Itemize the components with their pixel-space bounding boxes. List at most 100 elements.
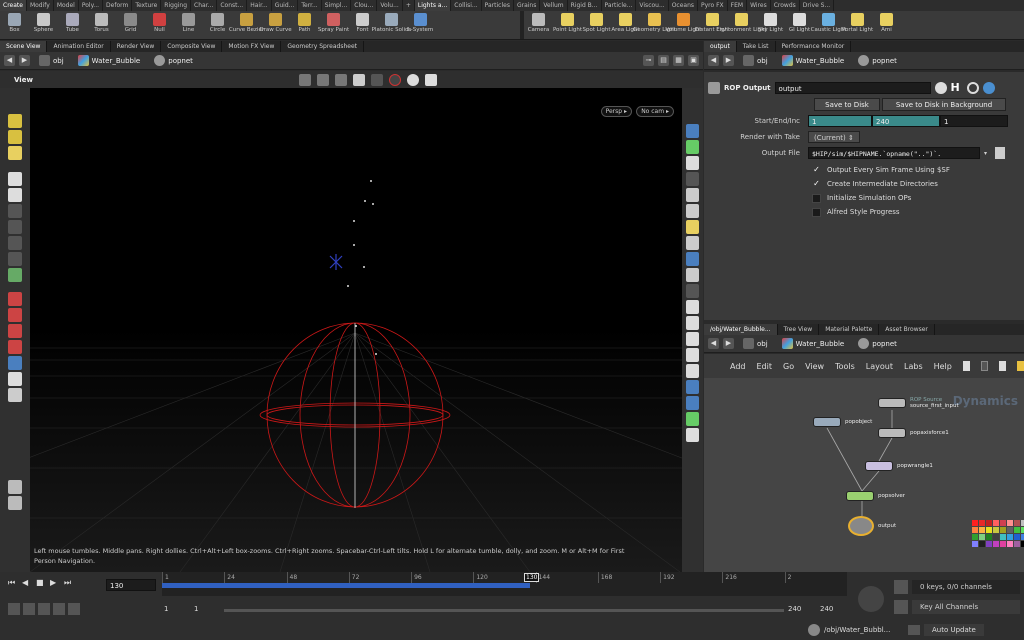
tool-c-icon[interactable] <box>8 236 22 250</box>
render-region-icon[interactable] <box>8 480 22 494</box>
pivot-icon[interactable] <box>8 356 22 370</box>
file-browse-icon[interactable] <box>995 147 1006 159</box>
net-path-network[interactable]: popnet <box>853 338 902 349</box>
path-network[interactable]: popnet <box>149 55 198 66</box>
snap-grid-icon[interactable] <box>8 292 22 306</box>
bone-icon[interactable] <box>686 236 699 250</box>
shelf-tab[interactable]: Rigid B... <box>568 0 602 11</box>
color-swatch[interactable] <box>972 541 978 547</box>
save-background-button[interactable]: Save to Disk in Background <box>882 98 1006 111</box>
persp-menu[interactable]: Persp ▸ <box>600 106 632 117</box>
snap-prim-icon[interactable] <box>8 308 22 322</box>
shelf-tab[interactable]: Drive S... <box>800 0 835 11</box>
dropdown-icon[interactable]: ▾ <box>984 150 987 157</box>
param-forward-icon[interactable]: ▶ <box>723 55 734 66</box>
shelf-tool[interactable]: Path <box>290 11 319 40</box>
path-object[interactable]: Water_Bubble <box>73 55 146 66</box>
color-swatch[interactable] <box>986 534 992 540</box>
loop-icon[interactable] <box>23 603 35 615</box>
frame-marker[interactable]: 130 <box>524 573 540 582</box>
bulb-icon[interactable] <box>686 220 699 234</box>
key-all-button[interactable]: Key All Channels <box>912 600 1020 614</box>
shelf-tab[interactable]: Clou... <box>351 0 378 11</box>
chat-icon[interactable] <box>808 624 820 636</box>
lighting-icon[interactable] <box>8 388 22 402</box>
tool-b-icon[interactable] <box>8 220 22 234</box>
select-brush-icon[interactable] <box>8 130 22 144</box>
tool-d-icon[interactable] <box>8 252 22 266</box>
shelf-tool[interactable]: Null <box>145 11 174 40</box>
lock-icon[interactable] <box>8 188 22 202</box>
net-path-object[interactable]: Water_Bubble <box>777 338 850 349</box>
param-path-network[interactable]: popnet <box>853 55 902 66</box>
shelf-tab[interactable]: Create <box>0 0 27 11</box>
pane-tab[interactable]: Take List <box>737 41 776 52</box>
audio-icon[interactable] <box>8 603 20 615</box>
shelf-tab[interactable]: Crowds <box>771 0 800 11</box>
shelf-tool[interactable]: Platonic Solids <box>372 11 411 40</box>
color-swatch[interactable] <box>979 520 985 526</box>
normals-icon[interactable] <box>686 284 699 298</box>
shelf-tool[interactable]: Curve Bezier <box>229 11 264 40</box>
checkbox[interactable]: ✓ <box>812 165 821 175</box>
take-menu[interactable]: (Current) ⇕ <box>808 131 860 143</box>
maximize-icon[interactable]: ▣ <box>688 55 699 66</box>
color-swatch[interactable] <box>979 541 985 547</box>
shelf-tab[interactable]: Viscou... <box>636 0 669 11</box>
shelf-tool[interactable]: Geometry Light <box>633 11 676 40</box>
pane-tab[interactable]: Asset Browser <box>879 324 935 335</box>
shelf-tool[interactable]: Grid <box>116 11 145 40</box>
color-swatch[interactable] <box>1000 520 1006 526</box>
shelf-tab[interactable]: Simpl... <box>322 0 352 11</box>
range-slider[interactable] <box>224 609 784 612</box>
color-swatch[interactable] <box>979 527 985 533</box>
color-swatch[interactable] <box>993 520 999 526</box>
tool-a-icon[interactable] <box>8 204 22 218</box>
shelf-tab[interactable]: Rigging <box>161 0 192 11</box>
path-obj[interactable]: obj <box>34 55 69 66</box>
viewport[interactable]: Persp ▸ No cam ▸ Left mouse tumbles. Mid… <box>30 88 682 572</box>
wrench-icon[interactable] <box>962 361 970 371</box>
pane-tab[interactable]: Performance Monitor <box>776 41 852 52</box>
shelf-tab[interactable]: Lights a... <box>414 0 452 11</box>
info-icon[interactable] <box>982 82 995 94</box>
color-swatch[interactable] <box>1007 527 1013 533</box>
gear-icon[interactable] <box>934 82 947 94</box>
go-start-icon[interactable]: ⏮ <box>8 578 20 590</box>
ghost-icon[interactable] <box>686 140 699 154</box>
point-display-icon[interactable] <box>686 300 699 314</box>
pane-tab[interactable]: /obj/Water_Bubble... <box>704 324 778 335</box>
color-swatch[interactable] <box>1014 520 1020 526</box>
options-icon[interactable] <box>68 603 80 615</box>
color-swatch[interactable] <box>1007 534 1013 540</box>
net-back-icon[interactable]: ◀ <box>708 338 719 349</box>
color-swatch[interactable] <box>1007 520 1013 526</box>
axis-icon[interactable] <box>8 372 22 386</box>
node-popwrangle[interactable]: popwrangle1 <box>865 461 933 471</box>
shelf-tool[interactable]: Portal Light <box>842 11 873 40</box>
pane-tab[interactable]: Animation Editor <box>47 41 111 52</box>
pane-tab[interactable]: Motion FX View <box>222 41 282 52</box>
color-swatch[interactable] <box>986 527 992 533</box>
shelf-tab[interactable]: Poly... <box>79 0 104 11</box>
color-swatch[interactable] <box>993 534 999 540</box>
hull-icon[interactable] <box>686 380 699 394</box>
shelf-tool[interactable]: Box <box>0 11 29 40</box>
play-back-icon[interactable]: ◀ <box>22 578 34 590</box>
pane-tab[interactable]: Scene View <box>0 41 48 52</box>
current-frame-field[interactable]: 130 <box>106 579 156 591</box>
network-editor[interactable]: Dynamics ROP Source source_first_input po… <box>704 378 1024 572</box>
range-start-field[interactable]: 1 <box>194 605 198 613</box>
viewport-camera-icon[interactable] <box>353 73 365 86</box>
shelf-tool[interactable]: Tube <box>58 11 87 40</box>
checkbox-row[interactable]: Alfred Style Progress <box>812 205 1024 219</box>
go-end-icon[interactable]: ⏭ <box>64 578 76 590</box>
snapshot-icon[interactable] <box>371 73 383 86</box>
net-forward-icon[interactable]: ▶ <box>723 338 734 349</box>
param-path-obj[interactable]: obj <box>738 55 773 66</box>
shelf-tool[interactable]: Point Light <box>553 11 582 40</box>
shelf-tab[interactable]: Grains <box>514 0 541 11</box>
color-swatch[interactable] <box>972 520 978 526</box>
edge-icon[interactable] <box>686 364 699 378</box>
color-swatch[interactable] <box>1000 527 1006 533</box>
